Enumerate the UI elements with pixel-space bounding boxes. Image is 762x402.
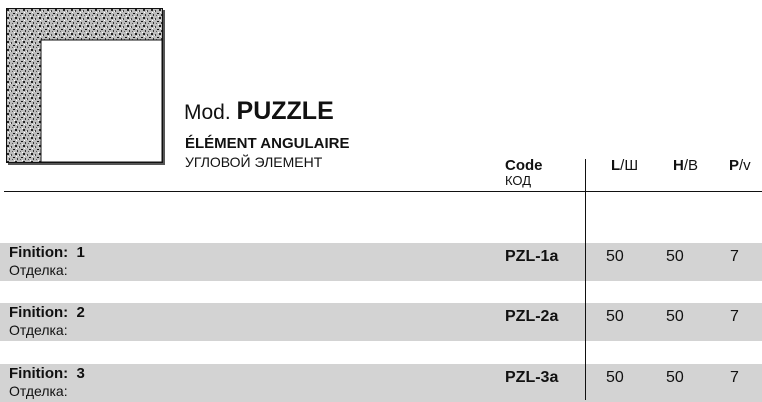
header-code-ru: КОД: [505, 173, 532, 188]
finition-label: Finition: 3: [9, 365, 85, 382]
header-depth: P/v: [729, 157, 751, 174]
header-divider: [4, 191, 762, 192]
depth-value: 7: [730, 369, 739, 386]
header-height: H/В: [673, 157, 698, 174]
depth-value: 7: [730, 248, 739, 265]
table-row: Finition: 2 Отделка: PZL-2a 50 50 7: [0, 303, 762, 341]
finition-number: 2: [76, 304, 85, 321]
corner-element-icon: [7, 9, 162, 162]
length-value: 50: [606, 248, 624, 265]
header-length: L/Ш: [611, 157, 638, 174]
header-depth-rest: /v: [739, 157, 751, 174]
model-prefix: Mod.: [184, 101, 231, 124]
header-height-rest: /В: [683, 157, 699, 174]
product-code: PZL-3a: [505, 369, 559, 386]
column-divider: [585, 159, 586, 400]
finition-number: 1: [76, 244, 85, 261]
product-thumbnail: [6, 8, 163, 163]
finition-text: Finition:: [9, 365, 69, 382]
finition-text: Finition:: [9, 244, 69, 261]
model-name: PUZZLE: [236, 97, 334, 125]
finition-label: Finition: 2: [9, 304, 85, 321]
header-depth-bold: P: [729, 157, 740, 174]
finition-label-ru: Отделка:: [9, 383, 68, 399]
finition-label-ru: Отделка:: [9, 322, 68, 338]
length-value: 50: [606, 308, 624, 325]
header-height-bold: H: [673, 157, 684, 174]
header-length-bold: L: [611, 157, 621, 174]
header-code: Code: [505, 157, 543, 174]
table-row: Finition: 3 Отделка: PZL-3a 50 50 7: [0, 364, 762, 402]
height-value: 50: [666, 308, 684, 325]
product-code: PZL-1a: [505, 248, 559, 265]
product-code: PZL-2a: [505, 308, 559, 325]
subtitle-fr: ÉLÉMENT ANGULAIRE: [185, 135, 350, 152]
length-value: 50: [606, 369, 624, 386]
depth-value: 7: [730, 308, 739, 325]
finition-text: Finition:: [9, 304, 69, 321]
finition-label-ru: Отделка:: [9, 262, 68, 278]
model-title: Mod. PUZZLE: [184, 97, 334, 126]
subtitle-ru: УГЛОВОЙ ЭЛЕМЕНТ: [185, 154, 323, 170]
header-length-rest: /Ш: [620, 157, 639, 174]
table-row: Finition: 1 Отделка: PZL-1a 50 50 7: [0, 243, 762, 281]
height-value: 50: [666, 248, 684, 265]
height-value: 50: [666, 369, 684, 386]
finition-label: Finition: 1: [9, 244, 85, 261]
finition-number: 3: [76, 365, 85, 382]
